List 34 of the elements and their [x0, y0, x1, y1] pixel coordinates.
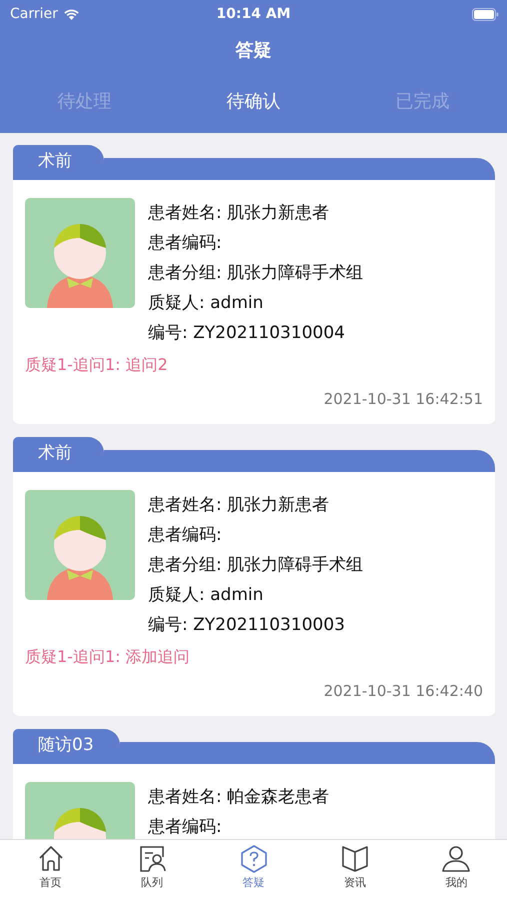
- info-line: 患者姓名: 肌张力新患者: [148, 494, 330, 517]
- tab-bar-item[interactable]: 资讯: [304, 840, 406, 900]
- book-icon: [340, 844, 370, 874]
- person-icon: [441, 844, 472, 874]
- info-line: 患者分组: 肌张力障碍手术组: [148, 262, 364, 285]
- carrier-label: Carrier: [10, 6, 58, 22]
- info-line: 编号: ZY202110310004: [148, 322, 346, 345]
- tab-bar-item[interactable]: 我的: [406, 840, 507, 900]
- info-line: 患者姓名: 肌张力新患者: [148, 202, 330, 225]
- info-line: 质疑人: admin: [148, 584, 264, 607]
- info-line: 患者编码:: [148, 816, 223, 839]
- tab-bar-item[interactable]: 答疑: [202, 840, 304, 900]
- query-text: 质疑1-追问1: 添加追问: [25, 647, 191, 668]
- tab-bar-item[interactable]: 队列: [101, 840, 203, 900]
- status-time: 10:14 AM: [216, 6, 291, 22]
- battery-icon: [472, 8, 499, 20]
- info-line: 患者分组: 肌张力障碍手术组: [148, 554, 364, 577]
- info-line: 编号: ZY202110310003: [148, 614, 346, 637]
- timestamp: 2021-10-31 16:42:40: [322, 682, 483, 700]
- question-hexagon-icon: [238, 844, 269, 874]
- info-line: 质疑人: admin: [148, 292, 264, 315]
- list-person-icon: [137, 844, 168, 874]
- info-line: 患者编码:: [148, 232, 223, 255]
- timestamp: 2021-10-31 16:42:51: [322, 390, 483, 408]
- question-card[interactable]: 患者姓名: 肌张力新患者 患者编码: 患者分组: 肌张力障碍手术组 质疑人: admin 编号: ZY202110310003 质疑1-追问1: 添加追问 2021-10-31 16:42:40: [13, 472, 495, 716]
- wifi-icon: [62, 8, 80, 20]
- info-line: 患者编码:: [148, 524, 223, 547]
- info-line: 患者姓名: 帕金森老患者: [148, 786, 330, 809]
- question-card[interactable]: 患者姓名: 肌张力新患者 患者编码: 患者分组: 肌张力障碍手术组 质疑人: admin 编号: ZY202110310004 质疑1-追问1: 追问2 2021-10-31 16:42:51: [13, 180, 495, 424]
- query-text: 质疑1-追问1: 追问2: [25, 355, 169, 376]
- tab-bar-item[interactable]: 首页: [0, 840, 102, 900]
- page-title: 答疑: [236, 39, 272, 62]
- question-card[interactable]: 患者姓名: 帕金森老患者 患者编码:: [13, 764, 495, 839]
- tab[interactable]: 待确认: [169, 86, 338, 116]
